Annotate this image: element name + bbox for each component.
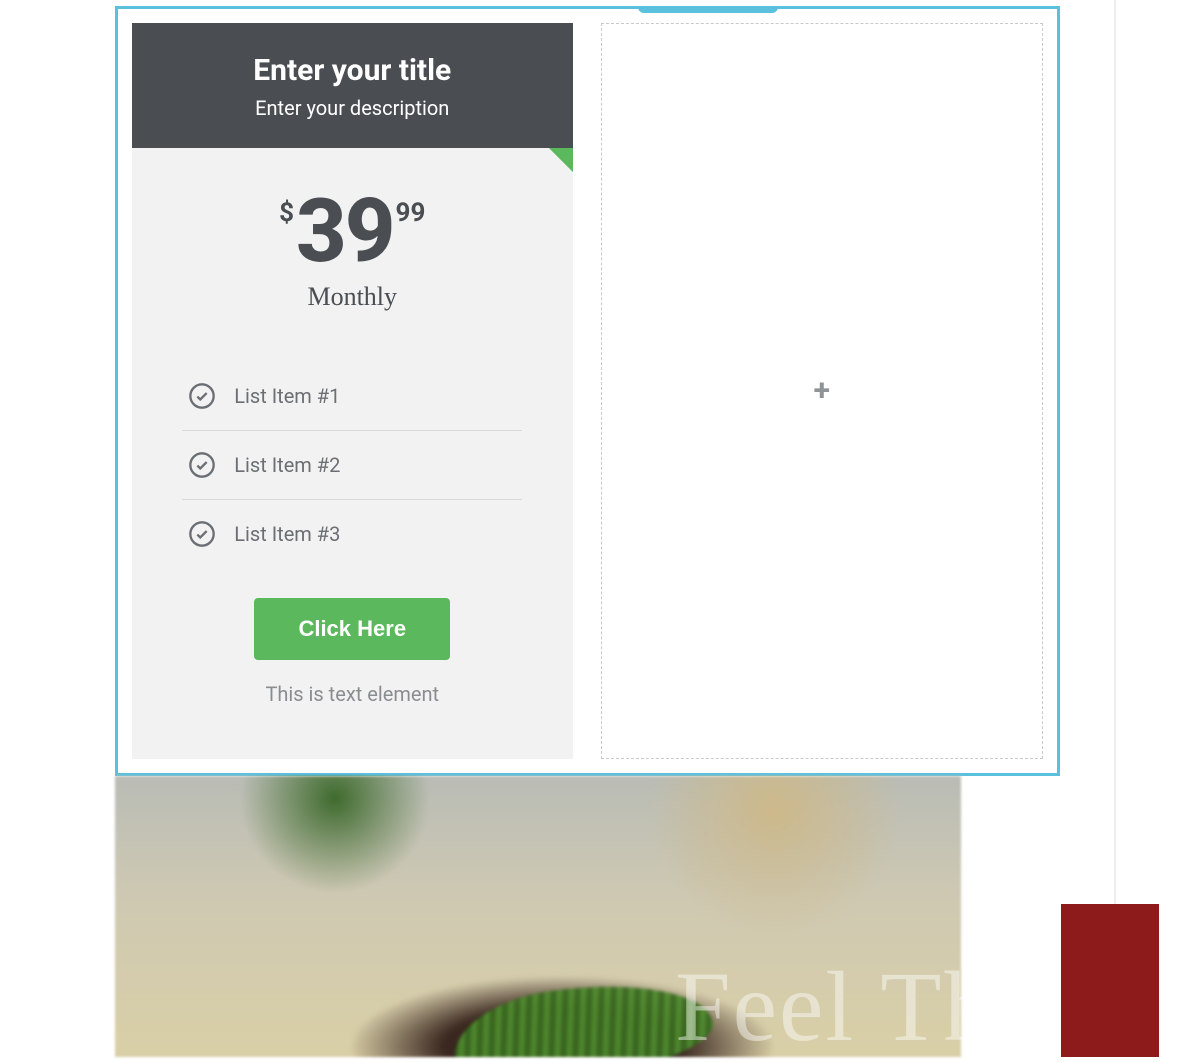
hero-accent-block bbox=[1061, 904, 1159, 1057]
plus-icon: + bbox=[814, 376, 830, 406]
check-circle-icon bbox=[188, 520, 216, 548]
list-item[interactable]: List Item #3 bbox=[182, 500, 522, 568]
list-item[interactable]: List Item #1 bbox=[182, 362, 522, 431]
price-period[interactable]: Monthly bbox=[172, 282, 533, 312]
card-description[interactable]: Enter your description bbox=[152, 96, 553, 120]
price[interactable]: $ 39 99 bbox=[172, 188, 533, 276]
list-item-label: List Item #3 bbox=[234, 522, 340, 546]
section-handle[interactable] bbox=[638, 7, 778, 13]
editor-selected-section[interactable]: POPULAR Enter your title Enter your desc… bbox=[115, 6, 1060, 776]
check-circle-icon bbox=[188, 451, 216, 479]
hero-title[interactable]: Feel The bbox=[675, 957, 1042, 1057]
pricing-card[interactable]: POPULAR Enter your title Enter your desc… bbox=[132, 23, 573, 759]
card-header: Enter your title Enter your description bbox=[132, 23, 573, 148]
page-wrapper: POPULAR Enter your title Enter your desc… bbox=[0, 0, 1198, 1057]
price-integer: 39 bbox=[296, 188, 394, 276]
price-fraction: 99 bbox=[396, 198, 426, 228]
list-item[interactable]: List Item #2 bbox=[182, 431, 522, 500]
card-body: $ 39 99 Monthly List Item #1 bbox=[132, 148, 573, 759]
check-circle-icon bbox=[188, 382, 216, 410]
card-title[interactable]: Enter your title bbox=[152, 53, 553, 88]
hero-section[interactable]: Feel The bbox=[115, 776, 1060, 1057]
cta-button[interactable]: Click Here bbox=[254, 598, 450, 660]
panel-divider bbox=[1114, 0, 1116, 1057]
currency-symbol: $ bbox=[279, 198, 294, 228]
empty-column-dropzone[interactable]: + bbox=[601, 23, 1044, 759]
feature-list: List Item #1 List Item #2 List Item #3 bbox=[182, 362, 522, 568]
list-item-label: List Item #1 bbox=[234, 384, 340, 408]
list-item-label: List Item #2 bbox=[234, 453, 340, 477]
footer-text[interactable]: This is text element bbox=[172, 682, 533, 706]
